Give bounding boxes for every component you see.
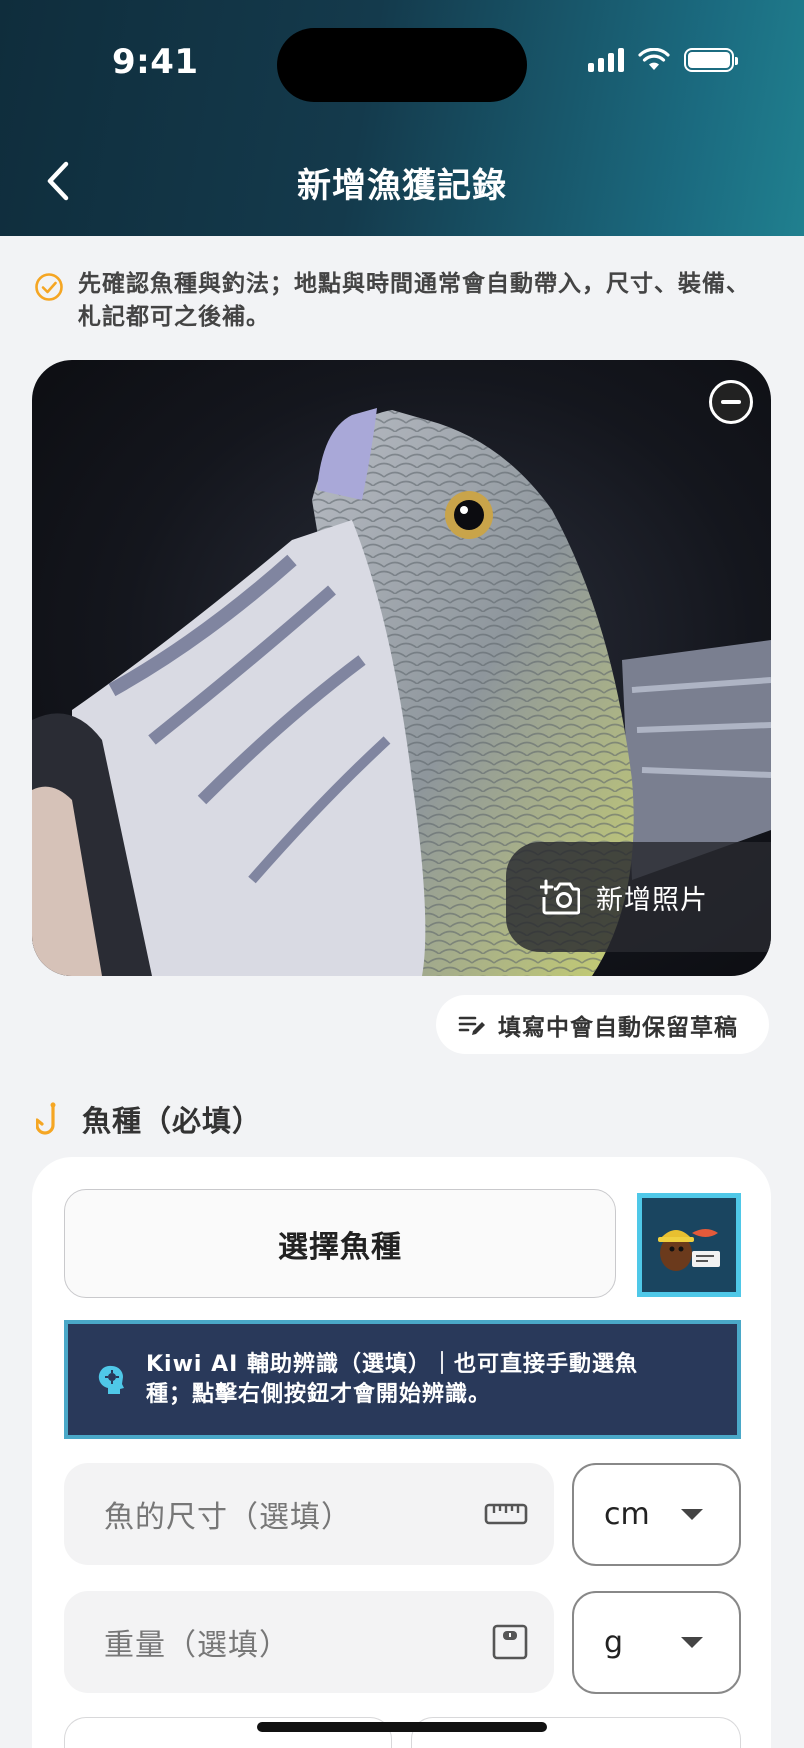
size-unit-select[interactable]: cm [572,1463,741,1566]
choose-species-button[interactable]: 選擇魚種 [64,1189,616,1298]
ruler-icon [484,1503,528,1525]
weight-unit-value: g [604,1625,624,1660]
tip-text: 先確認魚種與釣法；地點與時間通常會自動帶入，尺寸、裝備、札記都可之後補。 [78,271,750,330]
cellular-signal-icon [588,48,624,72]
add-camera-icon [540,879,580,915]
ai-brain-icon [98,1365,124,1394]
weight-input[interactable]: 重量（選填） [64,1591,554,1693]
kiwi-mascot-icon [658,1229,720,1271]
ai-identify-button[interactable] [637,1193,741,1297]
dynamic-island [277,28,527,102]
status-icons [588,48,738,72]
page-title: 新增漁獲記錄 [297,166,507,206]
wifi-icon [638,48,670,70]
dropdown-caret-icon [681,1509,703,1520]
fish-size-input[interactable]: 魚的尺寸（選填） [64,1463,554,1565]
draft-autosave-notice: 填寫中會自動保留草稿 [436,995,769,1054]
ai-assist-text: Kiwi AI 輔助辨識（選填）｜也可直接手動選魚種；點擊右側按鈕才會開始辨識。 [146,1351,638,1407]
fish-hook-icon [36,1102,56,1135]
catch-photo[interactable]: 新增照片 [32,360,771,976]
check-circle-icon [35,273,63,301]
add-photo-button[interactable]: 新增照片 [506,842,771,952]
draft-notice-text: 填寫中會自動保留草稿 [498,1014,738,1041]
weight-unit-select[interactable]: g [572,1591,741,1694]
choose-species-label: 選擇魚種 [278,1229,402,1265]
remove-photo-button[interactable] [709,380,753,424]
edit-note-icon [458,1016,485,1035]
tip-banner: 先確認魚種與釣法；地點與時間通常會自動帶入，尺寸、裝備、札記都可之後補。 [34,268,754,334]
home-indicator [257,1722,547,1732]
species-section-header: 魚種（必填） [36,1098,262,1140]
battery-icon [684,48,738,72]
species-section-title: 魚種（必填） [82,1104,263,1138]
fish-size-placeholder: 魚的尺寸（選填） [104,1500,352,1535]
scale-icon [492,1624,528,1660]
dropdown-caret-icon [681,1637,703,1648]
ai-assist-banner: Kiwi AI 輔助辨識（選填）｜也可直接手動選魚種；點擊右側按鈕才會開始辨識。 [64,1320,741,1439]
add-photo-label: 新增照片 [596,884,708,916]
species-card: 選擇魚種 Kiwi AI 輔助辨識（選填）｜也可直接手動選魚種；點擊右側按鈕才會… [32,1157,771,1748]
size-unit-value: cm [604,1497,650,1532]
weight-placeholder: 重量（選填） [104,1628,290,1663]
header: 9:41 新增漁獲記錄 [0,0,804,236]
status-time: 9:41 [112,42,199,82]
